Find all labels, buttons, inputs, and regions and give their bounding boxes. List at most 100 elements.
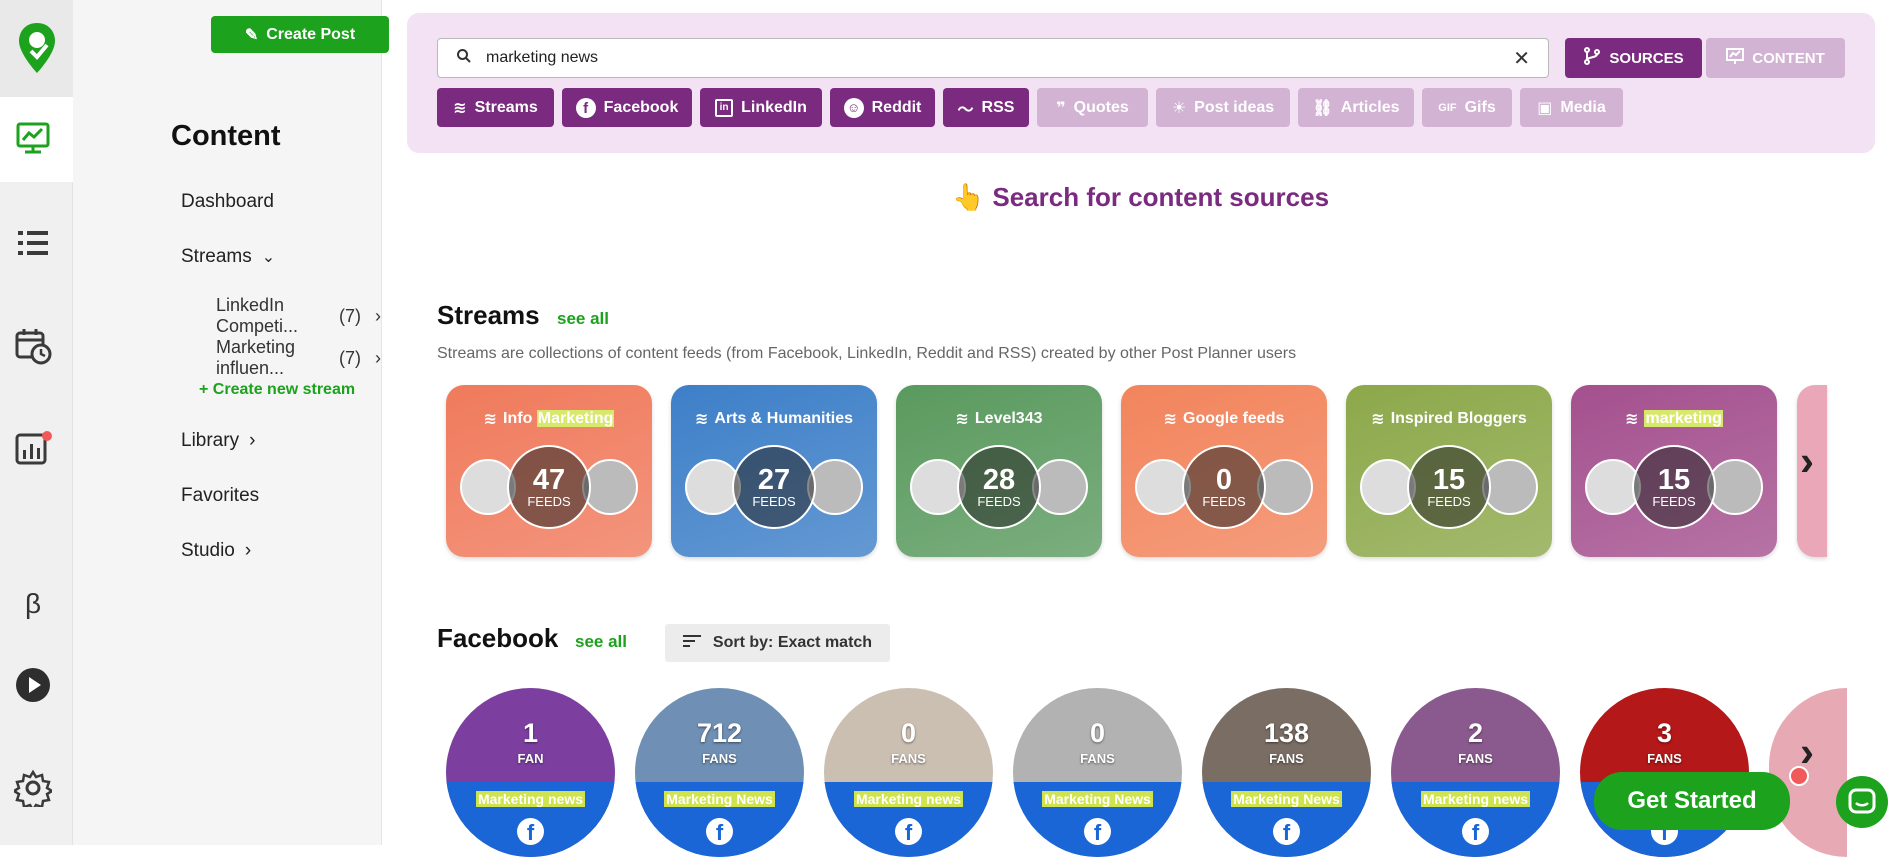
feed-count-badge: 0 FEEDS	[1182, 445, 1266, 529]
content-icon[interactable]	[12, 117, 54, 159]
fan-count-unit: FANS	[1458, 751, 1493, 766]
stream-item-label: Marketing influen...	[216, 337, 296, 378]
sidebar-stream-item[interactable]: LinkedIn Competi... (7) ›	[216, 295, 381, 337]
facebook-page-card[interactable]: 0 FANS Marketing News f	[1013, 688, 1182, 857]
page-name: Marketing news	[1420, 791, 1531, 807]
facebook-page-card[interactable]: 0 FANS Marketing news f	[824, 688, 993, 857]
chevron-right-icon: ›	[375, 305, 381, 326]
nav-library[interactable]: Library ›	[181, 430, 255, 452]
facebook-page-card[interactable]: 712 FANS Marketing News f	[635, 688, 804, 857]
nav-dashboard[interactable]: Dashboard	[181, 191, 274, 213]
rss-icon: 〜	[957, 101, 974, 119]
chat-icon	[1848, 788, 1876, 814]
chip-post-ideas[interactable]: ☀ Post ideas	[1156, 88, 1290, 127]
feed-count: 47	[532, 464, 566, 496]
facebook-icon: f	[706, 818, 733, 845]
chip-label: Streams	[474, 98, 538, 116]
chip-linkedin[interactable]: in LinkedIn	[700, 88, 822, 127]
streams-icon: ≋	[694, 411, 709, 428]
page-name: Marketing News	[664, 791, 775, 807]
nav-streams[interactable]: Streams ⌄	[181, 246, 275, 268]
fan-count-unit: FANS	[1269, 751, 1304, 766]
sources-button[interactable]: SOURCES	[1565, 38, 1702, 78]
chip-label: Articles	[1340, 98, 1400, 116]
logo[interactable]	[0, 0, 73, 97]
chat-launcher[interactable]	[1836, 776, 1888, 828]
stream-card-title: ≋ Google feeds	[1121, 409, 1327, 429]
content-chart-icon	[1726, 47, 1745, 69]
content-button[interactable]: CONTENT	[1706, 38, 1845, 78]
facebook-icon: f	[1273, 818, 1300, 845]
nav-studio-label: Studio	[181, 540, 235, 561]
stream-item-label: LinkedIn Competi...	[216, 295, 299, 336]
settings-gear-icon[interactable]	[12, 767, 54, 809]
search-hint-text: Search for content sources	[992, 182, 1330, 212]
streams-description: Streams are collections of content feeds…	[437, 345, 1297, 362]
stream-card[interactable]: ≋ Info Marketing 47 FEEDS	[446, 385, 652, 557]
stream-card[interactable]: ≋ marketing 15 FEEDS	[1571, 385, 1777, 557]
clear-search-icon[interactable]: ✕	[1513, 46, 1530, 71]
fan-count-unit: FAN	[517, 751, 544, 766]
nav-studio[interactable]: Studio ›	[181, 540, 251, 562]
feed-count: 15	[1657, 464, 1691, 496]
streams-icon: ≋	[1371, 411, 1385, 428]
create-new-stream-link[interactable]: + Create new stream	[199, 381, 355, 399]
icon-rail: β	[0, 0, 73, 845]
stream-card[interactable]: ≋ Inspired Bloggers 15 FEEDS	[1346, 385, 1552, 557]
sidebar-title: Content	[171, 120, 281, 152]
chip-streams[interactable]: ≋ Streams	[437, 88, 554, 127]
get-started-button[interactable]: Get Started	[1594, 772, 1790, 830]
stream-item-count: (7)	[339, 347, 361, 368]
reddit-icon: ☺	[843, 97, 864, 118]
feed-count: 28	[982, 464, 1016, 496]
streams-icon: ≋	[453, 99, 467, 117]
chevron-right-icon: ›	[375, 347, 381, 368]
search-input[interactable]: marketing news ✕	[437, 38, 1549, 78]
pointing-hand-icon: 👆	[952, 182, 985, 212]
chip-reddit[interactable]: ☺ Reddit	[830, 88, 935, 127]
chip-quotes[interactable]: ❞ Quotes	[1037, 88, 1148, 127]
nav-dashboard-label: Dashboard	[181, 191, 274, 212]
sort-button[interactable]: Sort by: Exact match	[665, 624, 890, 662]
chevron-right-icon[interactable]: ›	[1800, 437, 1814, 485]
facebook-page-card[interactable]: 1 FAN Marketing news f	[446, 688, 615, 857]
chip-gifs[interactable]: GIF Gifs	[1422, 88, 1512, 127]
fan-count: 2	[1467, 718, 1484, 748]
nav-streams-label: Streams	[181, 246, 252, 267]
feed-count-unit: FEEDS	[1202, 494, 1246, 509]
stream-card[interactable]: ≋ Google feeds 0 FEEDS	[1121, 385, 1327, 557]
facebook-page-card[interactable]: 138 FANS Marketing News f	[1202, 688, 1371, 857]
chip-articles[interactable]: ⛓ Articles	[1298, 88, 1414, 127]
beta-icon[interactable]: β	[12, 583, 54, 625]
nav-favorites[interactable]: Favorites	[181, 485, 259, 507]
fan-count: 1	[522, 718, 539, 748]
create-post-button[interactable]: ✎ Create Post	[211, 16, 389, 53]
list-icon[interactable]	[12, 222, 54, 264]
fan-count-unit: FANS	[891, 751, 926, 766]
fan-count-unit: FANS	[1647, 751, 1682, 766]
fan-count: 3	[1656, 718, 1673, 748]
streams-see-all-link[interactable]: see all	[557, 309, 609, 329]
calendar-clock-icon[interactable]	[12, 325, 54, 367]
create-post-label: Create Post	[266, 25, 356, 43]
chip-rss[interactable]: 〜 RSS	[943, 88, 1029, 127]
analytics-icon[interactable]	[12, 428, 54, 470]
chip-label: Facebook	[603, 98, 679, 116]
feed-count-badge: 15 FEEDS	[1407, 445, 1491, 529]
stream-card[interactable]: ≋ Level343 28 FEEDS	[896, 385, 1102, 557]
chip-facebook[interactable]: f Facebook	[562, 88, 692, 127]
stream-card[interactable]: ≋ Arts & Humanities 27 FEEDS	[671, 385, 877, 557]
facebook-page-card[interactable]: 2 FANS Marketing news f	[1391, 688, 1560, 857]
stream-card-title: ≋ Level343	[896, 409, 1102, 429]
streams-section-title: Streams	[437, 300, 540, 330]
chip-media[interactable]: ▣ Media	[1520, 88, 1623, 127]
image-icon: ▣	[1537, 99, 1553, 117]
fan-count-unit: FANS	[702, 751, 737, 766]
facebook-see-all-link[interactable]: see all	[575, 632, 627, 652]
play-icon[interactable]	[12, 664, 54, 706]
stream-card-title-text: Arts & Humanities	[714, 410, 854, 427]
search-hint: 👆 Search for content sources	[952, 182, 1329, 213]
nav-favorites-label: Favorites	[181, 485, 260, 506]
page-name: Marketing news	[475, 791, 586, 807]
sidebar-stream-item[interactable]: Marketing influen... (7) ›	[216, 337, 381, 379]
